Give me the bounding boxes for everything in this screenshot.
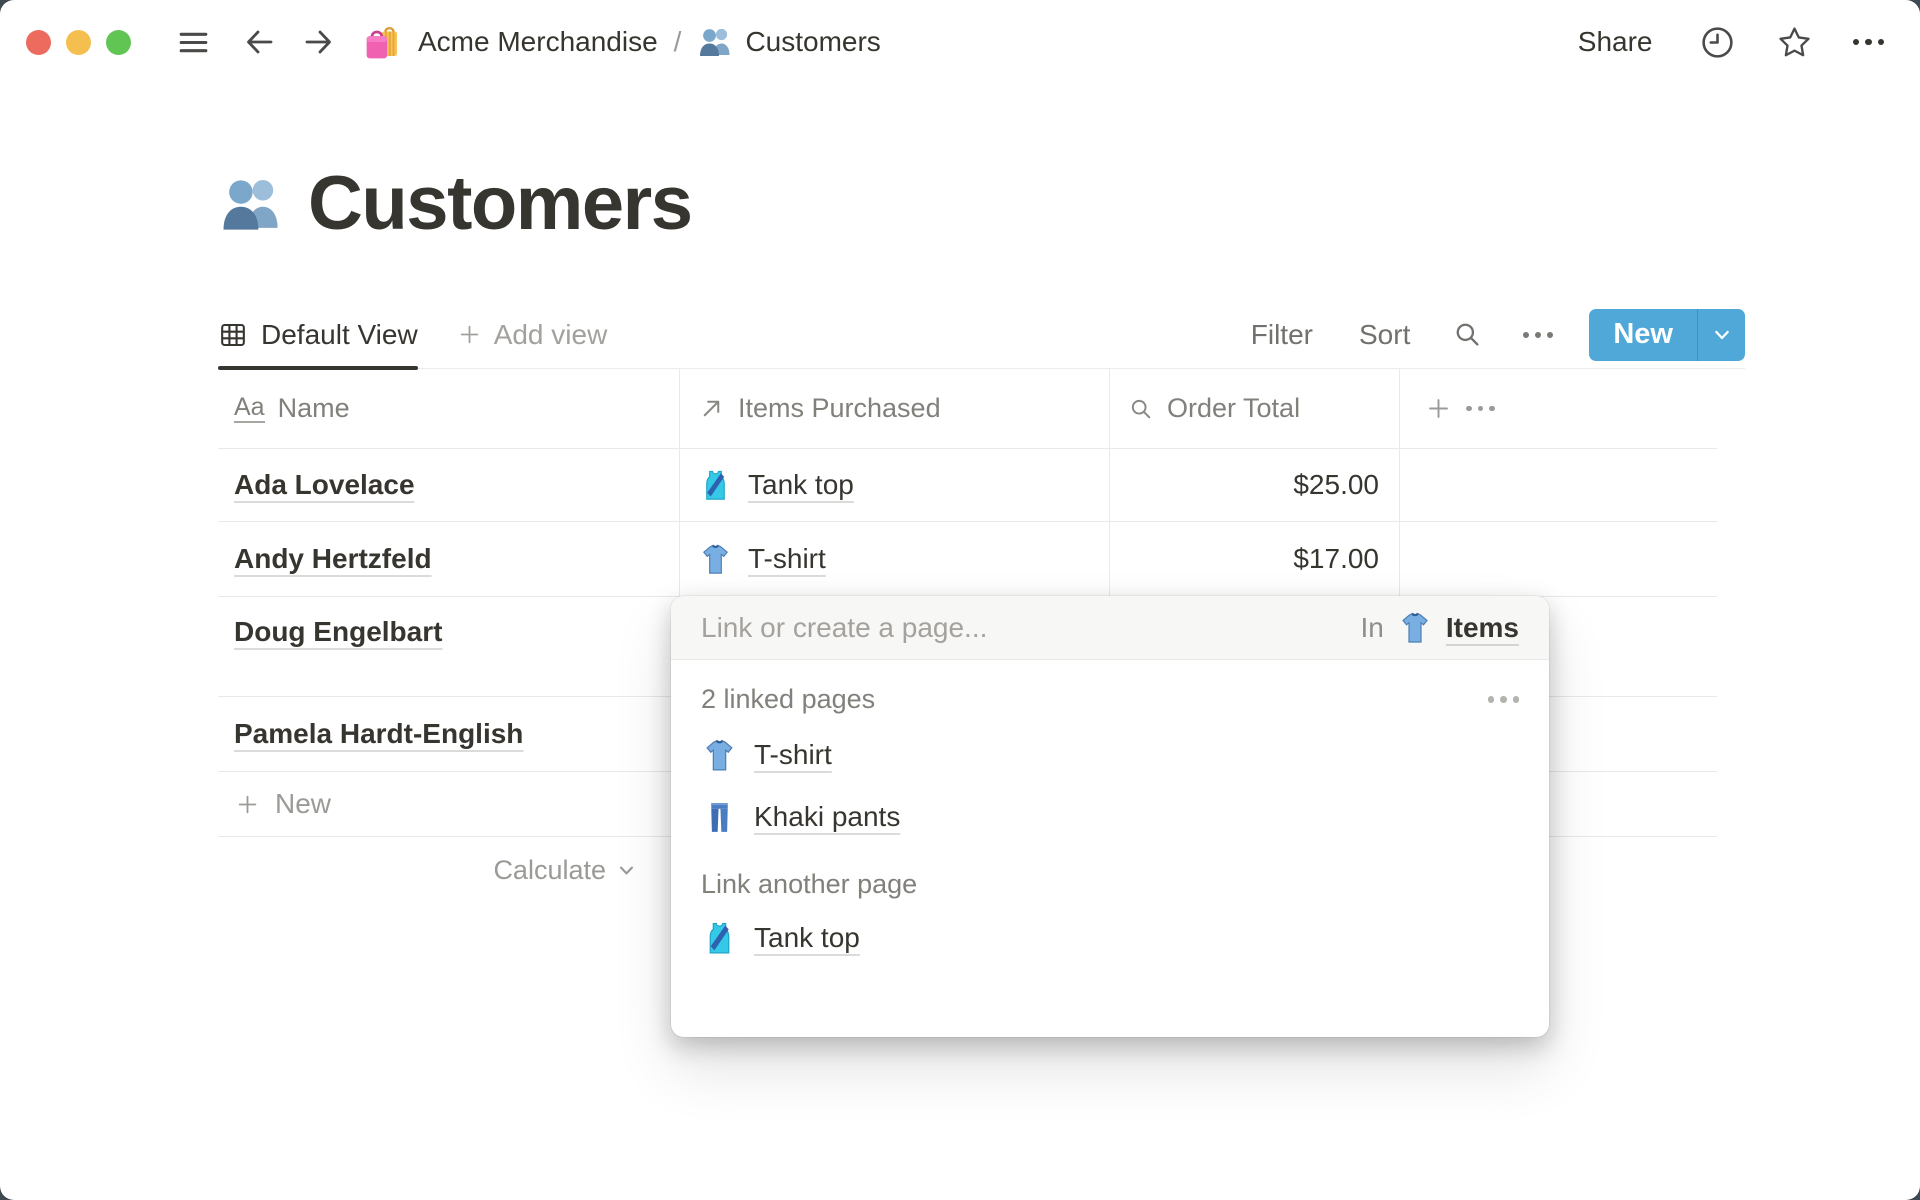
name-cell[interactable]: Ada Lovelace xyxy=(218,449,680,521)
order-total-value: $25.00 xyxy=(1293,469,1379,500)
window-titlebar: Acme Merchandise / Customers Share xyxy=(0,0,1920,84)
table-header-add-area xyxy=(1400,369,1717,448)
more-options-icon[interactable] xyxy=(1852,38,1884,46)
forward-arrow-icon[interactable] xyxy=(300,24,336,60)
busts-icon xyxy=(697,24,733,60)
calculate-button[interactable]: Calculate xyxy=(218,837,680,903)
breadcrumb-workspace[interactable]: Acme Merchandise xyxy=(418,26,658,58)
breadcrumb: Acme Merchandise / Customers xyxy=(362,21,881,63)
chevron-down-icon[interactable] xyxy=(1698,323,1745,347)
linked-page-item[interactable]: T-shirt xyxy=(701,733,1519,777)
linked-page-label[interactable]: Khaki pants xyxy=(754,801,900,833)
plus-icon xyxy=(456,321,483,348)
popup-search-bar: In Items xyxy=(671,596,1549,660)
t-shirt-icon xyxy=(1397,610,1433,646)
t-shirt-icon xyxy=(698,542,733,577)
tank-top-icon xyxy=(698,468,733,503)
items-cell[interactable]: T-shirt xyxy=(680,522,1110,596)
chevron-down-icon xyxy=(615,859,638,882)
empty-cell xyxy=(1400,449,1717,521)
page-title: Customers xyxy=(308,161,693,246)
table-header-row: Aa Name Items Purchased Order Total xyxy=(218,369,1717,449)
order-total-cell[interactable]: $25.00 xyxy=(1110,449,1400,521)
link-page-popup: In Items 2 linked pages T-shirt Khaki pa… xyxy=(671,596,1549,1037)
page-link[interactable]: Pamela Hardt-English xyxy=(234,718,523,750)
sort-button[interactable]: Sort xyxy=(1359,319,1410,351)
linked-page-item[interactable]: Khaki pants xyxy=(701,795,1519,839)
window-controls xyxy=(26,29,131,55)
clock-icon[interactable] xyxy=(1699,24,1736,61)
t-shirt-icon xyxy=(701,737,738,774)
add-view-label: Add view xyxy=(493,318,608,350)
column-header-order-total[interactable]: Order Total xyxy=(1110,369,1400,448)
page-link[interactable]: Andy Hertzfeld xyxy=(234,543,432,575)
column-header-items-purchased[interactable]: Items Purchased xyxy=(680,369,1110,448)
linked-pages-count: 2 linked pages xyxy=(701,684,876,714)
busts-icon[interactable] xyxy=(218,171,284,237)
breadcrumb-separator: / xyxy=(673,26,682,57)
order-total-cell[interactable]: $17.00 xyxy=(1110,522,1400,596)
tab-default-view[interactable]: Default View xyxy=(218,301,418,370)
shopping-bags-icon xyxy=(362,21,404,63)
new-button-label[interactable]: New xyxy=(1589,318,1697,351)
empty-cell xyxy=(1400,522,1717,596)
breadcrumb-page[interactable]: Customers xyxy=(745,26,880,58)
calculate-label: Calculate xyxy=(493,854,606,885)
add-column-icon[interactable] xyxy=(1424,394,1453,423)
page-link[interactable]: Doug Engelbart xyxy=(234,616,442,648)
linked-page-label[interactable]: T-shirt xyxy=(754,739,832,771)
link-page-input[interactable] xyxy=(701,611,1361,644)
new-button[interactable]: New xyxy=(1589,308,1745,361)
column-label: Order Total xyxy=(1167,393,1301,423)
linked-pages-options-icon[interactable] xyxy=(1487,696,1519,703)
name-cell[interactable]: Andy Hertzfeld xyxy=(218,522,680,596)
order-total-value: $17.00 xyxy=(1293,543,1379,574)
suggested-page-item[interactable]: Tank top xyxy=(701,916,1519,960)
table-view-icon xyxy=(218,320,248,350)
name-cell[interactable]: Doug Engelbart xyxy=(218,597,680,696)
items-cell[interactable]: Tank top xyxy=(680,449,1110,521)
relation-link[interactable]: T-shirt xyxy=(748,543,826,575)
search-icon[interactable] xyxy=(1452,319,1483,350)
column-label: Name xyxy=(277,393,350,423)
relation-target: In Items xyxy=(1360,610,1519,646)
notion-window: Acme Merchandise / Customers Share Custo… xyxy=(0,0,1920,1200)
table-row: Ada Lovelace Tank top $25.00 xyxy=(218,449,1717,522)
rollup-search-icon xyxy=(1128,396,1154,422)
relation-link[interactable]: Tank top xyxy=(748,469,854,501)
items-database-link[interactable]: Items xyxy=(1446,612,1519,644)
view-tab-label: Default View xyxy=(261,318,418,350)
star-icon[interactable] xyxy=(1776,24,1813,61)
filter-button[interactable]: Filter xyxy=(1251,319,1313,351)
column-label: Items Purchased xyxy=(738,393,941,423)
link-another-page-label: Link another page xyxy=(701,869,918,899)
titlebar-actions: Share xyxy=(1578,24,1884,61)
suggested-page-label[interactable]: Tank top xyxy=(754,922,860,954)
title-property-icon: Aa xyxy=(234,393,265,423)
zoom-window-button[interactable] xyxy=(106,29,131,55)
column-header-name[interactable]: Aa Name xyxy=(218,369,680,448)
page-link[interactable]: Ada Lovelace xyxy=(234,469,415,501)
sidebar-menu-icon[interactable] xyxy=(175,24,212,61)
new-row-label: New xyxy=(275,788,332,819)
close-window-button[interactable] xyxy=(26,29,51,55)
plus-icon xyxy=(234,791,261,818)
share-button[interactable]: Share xyxy=(1578,26,1653,58)
name-cell[interactable]: Pamela Hardt-English xyxy=(218,697,680,771)
view-toolbar: Default View Add view Filter Sort New xyxy=(218,301,1745,370)
popup-body: 2 linked pages T-shirt Khaki pants Link … xyxy=(671,684,1549,960)
relation-arrow-icon xyxy=(698,395,725,422)
back-arrow-icon[interactable] xyxy=(242,24,278,60)
minimize-window-button[interactable] xyxy=(66,29,91,55)
view-options-icon[interactable] xyxy=(1523,331,1554,338)
in-label: In xyxy=(1360,611,1384,643)
table-options-icon[interactable] xyxy=(1466,405,1495,412)
add-view-button[interactable]: Add view xyxy=(456,318,608,351)
table-row: Andy Hertzfeld T-shirt $17.00 xyxy=(218,522,1717,597)
page-header: Customers xyxy=(218,160,693,247)
tank-top-icon xyxy=(701,920,738,957)
jeans-icon xyxy=(701,799,738,836)
